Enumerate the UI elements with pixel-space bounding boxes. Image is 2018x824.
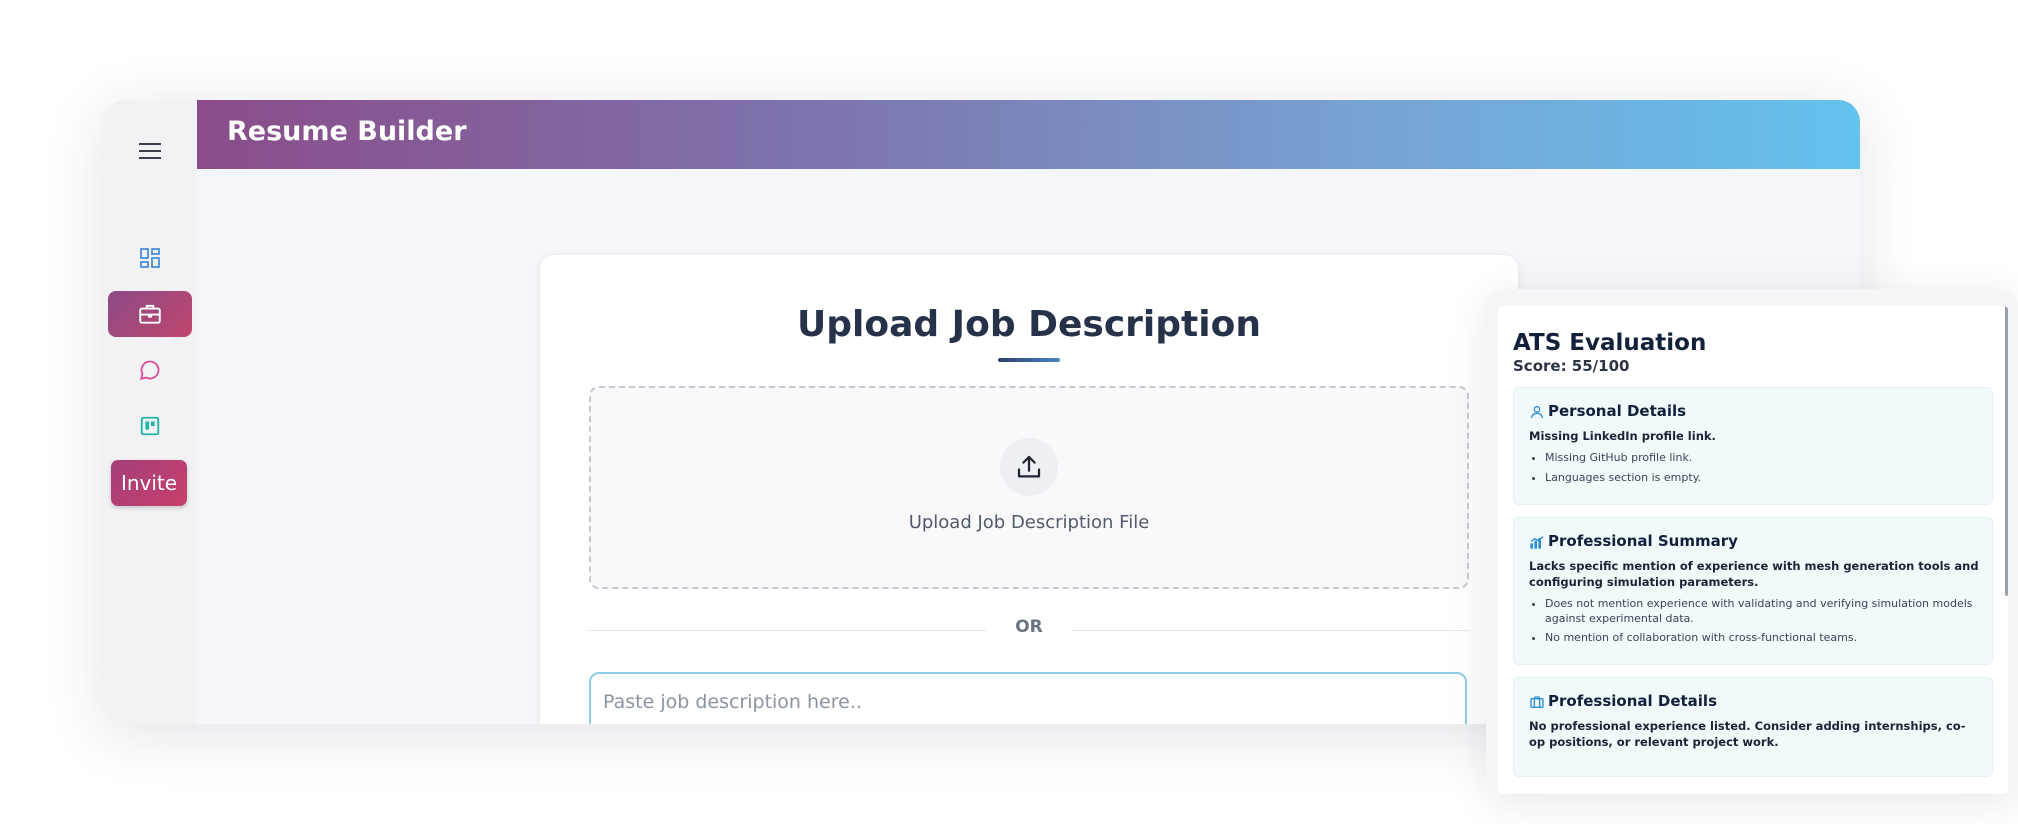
ats-section-professional-summary: Professional Summary Lacks specific ment… — [1513, 517, 1993, 665]
sidebar: Invite — [103, 100, 197, 724]
ats-panel-content: ATS Evaluation Score: 55/100 Personal De… — [1498, 306, 2008, 794]
briefcase-icon — [139, 304, 161, 324]
board-icon — [140, 416, 160, 436]
dashboard-icon — [140, 248, 160, 268]
scrollbar[interactable] — [2005, 306, 2008, 596]
person-icon — [1531, 406, 1543, 419]
sidebar-item-board[interactable] — [108, 403, 192, 449]
ats-section-main: Lacks specific mention of experience wit… — [1529, 559, 1979, 589]
ats-section-title: Professional Details — [1548, 692, 1717, 710]
ats-section-personal-details: Personal Details Missing LinkedIn profil… — [1513, 387, 1993, 505]
title-underline — [998, 358, 1060, 362]
ats-section-professional-details: Professional Details No professional exp… — [1513, 677, 1993, 777]
dropzone-label: Upload Job Description File — [908, 512, 1150, 533]
bar-chart-icon — [1530, 536, 1544, 549]
ats-title: ATS Evaluation — [1513, 330, 1707, 356]
hamburger-menu-icon[interactable] — [137, 138, 163, 164]
ats-section-bullets: Does not mention experience with validat… — [1529, 597, 1980, 651]
job-description-input[interactable] — [589, 672, 1467, 724]
list-item: No mention of collaboration with cross-f… — [1545, 631, 1980, 646]
or-label: OR — [986, 617, 1072, 637]
upload-icon — [1000, 438, 1058, 496]
sidebar-item-chat[interactable] — [108, 347, 192, 393]
invite-button[interactable]: Invite — [111, 460, 187, 506]
ats-section-bullets: Missing GitHub profile link. Languages s… — [1529, 451, 1980, 490]
ats-evaluation-panel: ATS Evaluation Score: 55/100 Personal De… — [1486, 289, 2018, 794]
list-item: Missing GitHub profile link. — [1545, 451, 1980, 466]
ats-section-title: Personal Details — [1548, 402, 1687, 420]
upload-card: Upload Job Description Upload Job Descri… — [540, 255, 1518, 724]
sidebar-item-dashboard[interactable] — [108, 235, 192, 281]
sidebar-item-jobs[interactable] — [108, 291, 192, 337]
header: Resume Builder — [197, 100, 1860, 169]
list-item: Does not mention experience with validat… — [1545, 597, 1980, 626]
briefcase-icon — [1530, 696, 1544, 708]
ats-section-title: Professional Summary — [1548, 532, 1738, 550]
ats-score: Score: 55/100 — [1513, 357, 1630, 375]
ats-section-main: Missing LinkedIn profile link. — [1529, 429, 1716, 443]
ats-section-main: No professional experience listed. Consi… — [1529, 719, 1966, 749]
app-title: Resume Builder — [227, 116, 467, 147]
page-title: Upload Job Description — [797, 304, 1261, 345]
upload-dropzone[interactable]: Upload Job Description File — [589, 386, 1469, 589]
chat-bubble-icon — [139, 360, 160, 381]
list-item: Languages section is empty. — [1545, 471, 1980, 486]
